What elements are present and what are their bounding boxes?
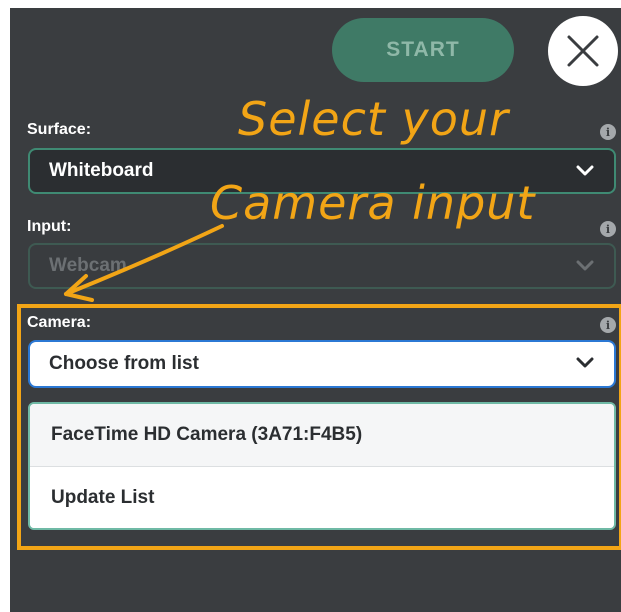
chevron-down-icon [576, 357, 594, 368]
annotation-line-1: Select your [238, 92, 509, 146]
camera-label: Camera: [27, 314, 92, 331]
camera-info-icon[interactable]: i [600, 317, 616, 333]
annotation-line-2: Camera input [210, 176, 536, 230]
camera-select-value: Choose from list [49, 353, 199, 374]
chevron-down-icon [576, 165, 594, 176]
start-button[interactable]: START [332, 18, 514, 82]
camera-dropdown-list: FaceTime HD Camera (3A71:F4B5) Update Li… [28, 402, 616, 530]
close-icon [567, 35, 599, 67]
surface-select-value: Whiteboard [49, 160, 154, 181]
close-button[interactable] [548, 16, 618, 86]
surface-label: Surface: [27, 121, 92, 138]
surface-info-icon[interactable]: i [600, 124, 616, 140]
update-list-option[interactable]: Update List [30, 466, 614, 528]
annotation-arrow-icon [64, 224, 224, 302]
camera-option[interactable]: FaceTime HD Camera (3A71:F4B5) [30, 404, 614, 466]
input-info-icon[interactable]: i [600, 221, 616, 237]
camera-select[interactable]: Choose from list [28, 340, 616, 388]
chevron-down-icon [576, 260, 594, 271]
